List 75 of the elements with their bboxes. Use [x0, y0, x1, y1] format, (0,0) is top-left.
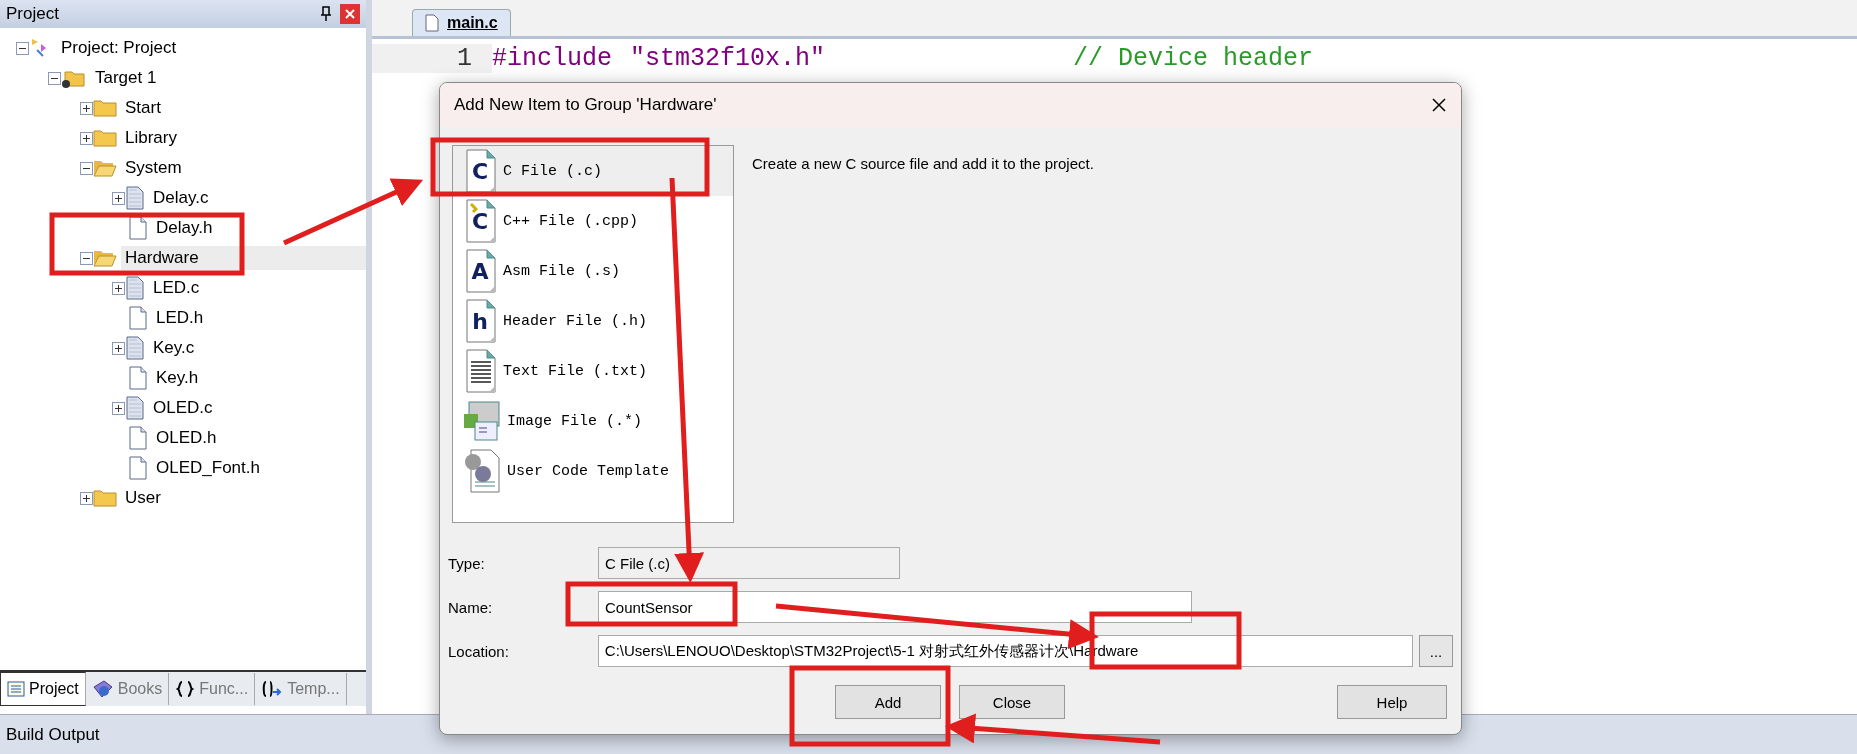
field-label: Type:: [448, 554, 486, 572]
pin-icon[interactable]: [320, 6, 332, 22]
line-number: 1: [372, 44, 492, 73]
expand-icon[interactable]: [112, 401, 125, 415]
add-button[interactable]: Add: [835, 685, 941, 719]
cpp-file-icon: C: [463, 198, 499, 244]
tree-item[interactable]: System: [121, 156, 186, 180]
close-button[interactable]: Close: [959, 685, 1065, 719]
field-label: Name:: [448, 598, 494, 616]
panel-tab[interactable]: Project: [0, 672, 86, 706]
file-icon: [125, 276, 145, 300]
collapse-icon[interactable]: [80, 251, 93, 265]
file-type-item[interactable]: C C File (.c): [453, 146, 733, 196]
tree-item[interactable]: Target 1: [91, 66, 161, 90]
panel-title: Build Output: [6, 724, 100, 745]
dialog-title: Add New Item to Group 'Hardware': [454, 95, 717, 115]
folder-icon: [93, 128, 117, 148]
file-icon: [128, 306, 148, 330]
list-icon: [7, 681, 25, 697]
code-token: // Device header: [1073, 44, 1314, 73]
tree-item[interactable]: OLED.c: [149, 396, 217, 420]
tree-item[interactable]: User: [121, 486, 165, 510]
tree-item[interactable]: Hardware: [121, 246, 366, 270]
tree-item[interactable]: Project: Project: [57, 36, 181, 60]
file-icon: [128, 366, 148, 390]
braces-icon: [175, 680, 196, 698]
open-folder-icon: [93, 248, 117, 268]
tree-item[interactable]: Key.h: [152, 366, 203, 390]
tree-item[interactable]: Key.c: [149, 336, 199, 360]
file-icon: [128, 426, 148, 450]
panel-tab[interactable]: Func...: [169, 673, 256, 705]
expand-icon[interactable]: [112, 191, 125, 205]
code-token: "stm32f10x.h": [630, 44, 826, 73]
file-icon: [125, 396, 145, 420]
tree-item[interactable]: Library: [121, 126, 181, 150]
file-icon: [425, 14, 439, 32]
tree-item[interactable]: LED.c: [149, 276, 204, 300]
code-token: #include: [492, 44, 613, 73]
file-icon: [125, 186, 145, 210]
image-file-icon: [463, 398, 503, 444]
tree-item[interactable]: OLED.h: [152, 426, 221, 450]
file-icon: [128, 456, 148, 480]
file-icon: [125, 336, 145, 360]
tree-item[interactable]: Start: [121, 96, 165, 120]
header-file-icon: h: [463, 298, 499, 344]
expand-icon[interactable]: [80, 491, 93, 505]
collapse-icon[interactable]: [48, 71, 61, 85]
open-folder-icon: [93, 158, 117, 178]
template-icon: [261, 680, 284, 698]
panel-title: Project: [6, 4, 59, 24]
expand-icon[interactable]: [80, 101, 93, 115]
editor-tab[interactable]: main.c: [412, 9, 511, 36]
expand-icon[interactable]: [112, 341, 125, 355]
tree-item[interactable]: OLED_Font.h: [152, 456, 264, 480]
folder-icon: [93, 98, 117, 118]
folder-icon: [93, 488, 117, 508]
c-file-icon: C: [463, 148, 499, 194]
panel-tab[interactable]: Temp...: [255, 673, 347, 705]
expand-icon[interactable]: [112, 281, 125, 295]
file-icon: [128, 216, 148, 240]
collapse-icon[interactable]: [80, 161, 93, 175]
tree-item[interactable]: Delay.h: [152, 216, 217, 240]
collapse-icon[interactable]: [16, 41, 29, 55]
input-field[interactable]: CountSensor: [598, 591, 1192, 623]
asm-file-icon: A: [463, 248, 499, 294]
browse-button[interactable]: ...: [1419, 635, 1453, 667]
field-label: Location:: [448, 642, 510, 660]
text-file-icon: [463, 348, 499, 394]
tree-item[interactable]: Delay.c: [149, 186, 213, 210]
description-text: Create a new C source file and add it to the project.: [752, 155, 1094, 174]
help-button[interactable]: Help: [1337, 685, 1447, 719]
panel-tab[interactable]: Books: [85, 673, 170, 705]
expand-icon[interactable]: [80, 131, 93, 145]
close-icon[interactable]: [1431, 97, 1447, 113]
tree-item[interactable]: LED.h: [152, 306, 208, 330]
